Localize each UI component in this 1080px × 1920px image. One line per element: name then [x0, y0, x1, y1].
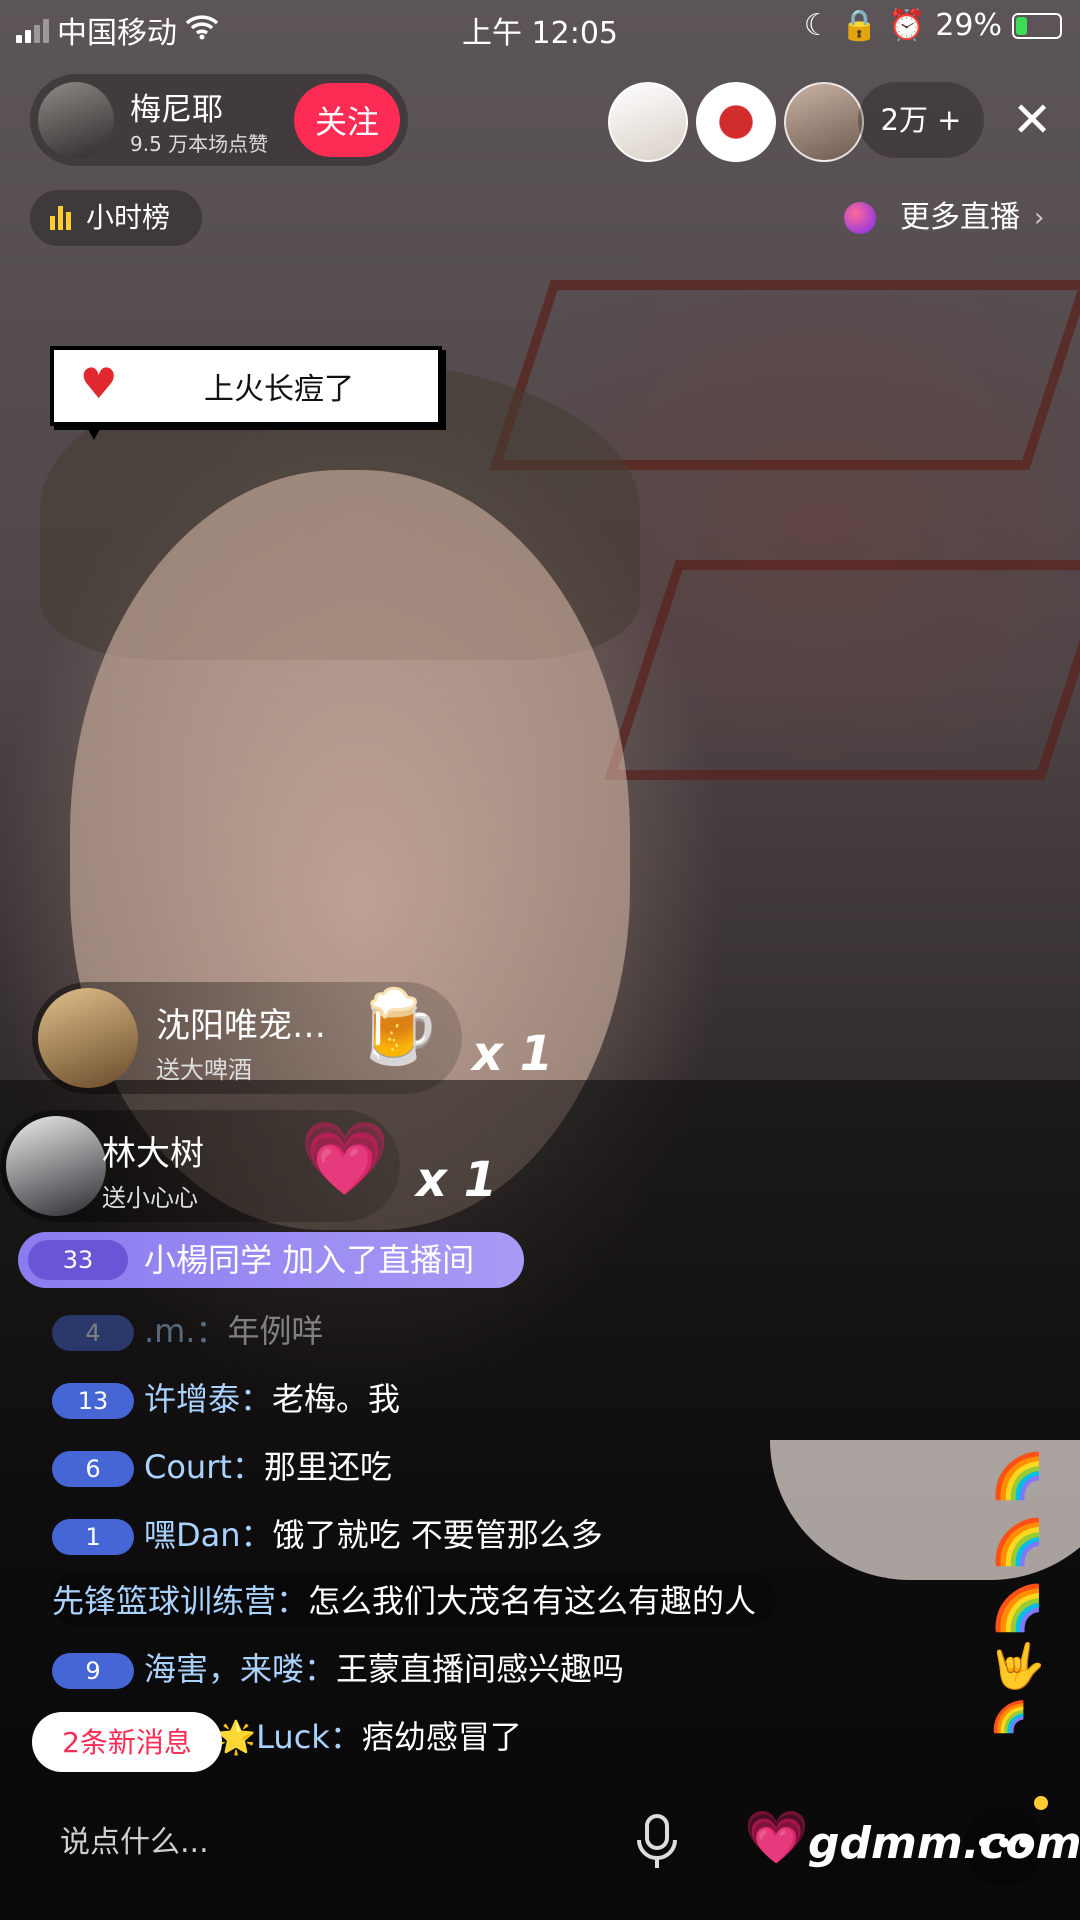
chat-message[interactable]: 4 .m.：年例咩 [52, 1306, 324, 1352]
anchor-name: 梅尼耶 [130, 92, 223, 128]
anchor-avatar[interactable] [38, 82, 114, 158]
status-bar: 中国移动 上午 12:05 ☾ 🔒 ⏰ 29% [0, 0, 1080, 54]
gift-action: 送小心心 [102, 1184, 198, 1212]
chat-username[interactable]: 嘿Dan： [144, 1516, 273, 1554]
chevron-right-icon: › [1034, 203, 1045, 233]
gift-sender-avatar [38, 988, 138, 1088]
bubble-text: 上火长痘了 [204, 372, 354, 407]
like-heart-icon[interactable]: 💗 [744, 1808, 809, 1868]
chat-username[interactable]: .m.： [144, 1312, 228, 1350]
chat-text: 那里还吃 [263, 1448, 392, 1486]
join-banner: 33 小楊同学 加入了直播间 [18, 1232, 524, 1288]
viewer-avatar[interactable] [696, 82, 776, 162]
chat-username[interactable]: 海害，来喽： [144, 1650, 336, 1688]
hand-sign-icon: 🤟 [990, 1641, 1045, 1692]
level-badge: 13 [52, 1383, 134, 1419]
hourly-rank-button[interactable]: 小时榜 [30, 190, 202, 246]
viewer-avatar[interactable] [608, 82, 688, 162]
comment-input[interactable]: 说点什么... [40, 1810, 620, 1876]
gift-sender-name: 沈阳唯宠… [156, 1006, 326, 1046]
chat-message[interactable]: 9 海害，来喽：王蒙直播间感兴趣吗 [52, 1644, 624, 1690]
gift-multiplier: x 1 [472, 1026, 554, 1082]
chat-message[interactable]: 6 Court：那里还吃 [52, 1442, 392, 1488]
chat-text: 痞幼感冒了 [361, 1718, 522, 1756]
chat-text: 年例咩 [227, 1312, 324, 1350]
live-stream-screen: 中国移动 上午 12:05 ☾ 🔒 ⏰ 29% 梅尼耶 9.5 万本场点赞 关注… [0, 0, 1080, 1920]
viewer-count[interactable]: 2万 + [858, 82, 984, 158]
moon-icon: ☾ [803, 8, 831, 43]
gift-sender-name: 林大树 [102, 1134, 204, 1174]
battery-percent: 29% [935, 8, 1002, 43]
beer-icon: 🍺 [352, 984, 442, 1068]
chat-username[interactable]: Court： [144, 1448, 264, 1486]
gift-sender-avatar [6, 1116, 106, 1216]
level-badge: 1 [52, 1519, 134, 1555]
chat-message[interactable]: 1 嘿Dan：饿了就吃 不要管那么多 [52, 1510, 603, 1556]
rainbow-like-icon: 🌈 [990, 1451, 1045, 1502]
microphone-icon[interactable] [632, 1812, 682, 1872]
rainbow-like-icon: 🌈 [990, 1583, 1045, 1634]
rank-bars-icon [50, 206, 71, 230]
gift-multiplier: x 1 [416, 1152, 498, 1208]
heart-icon: ♥ [80, 359, 118, 408]
alarm-icon: ⏰ [887, 8, 926, 43]
watermark: gdmm.com [808, 1818, 1080, 1869]
chat-text: 王蒙直播间感兴趣吗 [336, 1650, 625, 1688]
chat-username[interactable]: 先锋篮球训练营： [52, 1582, 308, 1620]
chat-username[interactable]: 许增泰： [144, 1380, 272, 1418]
more-live-button[interactable]: 更多直播 › [834, 190, 1054, 246]
anchor-likes: 9.5 万本场点赞 [130, 132, 269, 156]
level-badge: 33 [28, 1240, 128, 1280]
viewer-avatar[interactable] [784, 82, 864, 162]
pinned-speech-bubble: ♥ 上火长痘了 [50, 346, 442, 440]
notification-dot [1034, 1796, 1048, 1810]
chat-text: 饿了就吃 不要管那么多 [272, 1516, 603, 1554]
rainbow-like-icon: 🌈 [990, 1517, 1045, 1568]
background-shelf [604, 560, 1080, 780]
rank-label: 小时榜 [86, 201, 171, 234]
more-live-label: 更多直播 [900, 200, 1020, 235]
level-badge: 9 [52, 1653, 134, 1689]
follow-button[interactable]: 关注 [294, 83, 400, 157]
chat-message[interactable]: d🌟Luck：痞幼感冒了 [196, 1712, 522, 1758]
gift-action: 送大啤酒 [156, 1056, 252, 1084]
level-badge: 4 [52, 1315, 134, 1351]
battery-icon [1012, 12, 1062, 39]
chat-text: 怎么我们大茂名有这么有趣的人 [308, 1582, 757, 1620]
level-badge: 6 [52, 1451, 134, 1487]
chat-message[interactable]: 先锋篮球训练营：怎么我们大茂名有这么有趣的人 [52, 1572, 777, 1626]
bubble-tail [84, 422, 104, 440]
planet-icon [844, 202, 876, 234]
join-text: 小楊同学 加入了直播间 [144, 1241, 475, 1279]
chat-text: 老梅。我 [272, 1380, 401, 1418]
close-icon[interactable]: ✕ [1012, 96, 1052, 144]
heart-planet-icon: 💗 [300, 1116, 390, 1200]
rotation-lock-icon: 🔒 [840, 8, 878, 43]
new-messages-button[interactable]: 2条新消息 [32, 1712, 222, 1772]
chat-message[interactable]: 13 许增泰：老梅。我 [52, 1374, 400, 1420]
rainbow-like-icon: 🌈 [990, 1700, 1028, 1735]
